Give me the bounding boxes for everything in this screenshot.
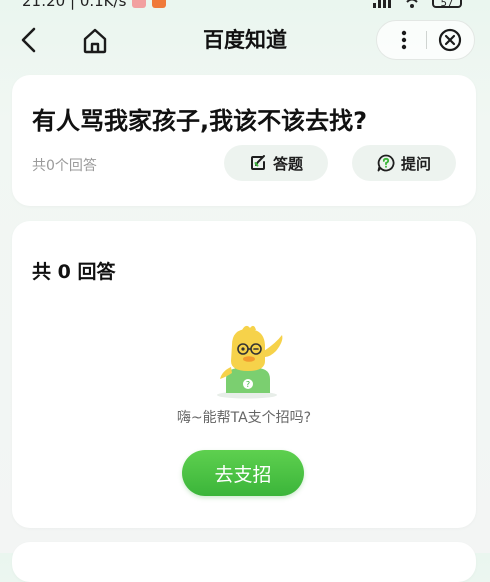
answer-button[interactable]: 答题 <box>224 145 328 181</box>
back-button[interactable] <box>14 24 46 56</box>
question-bubble-icon <box>377 154 395 172</box>
duck-mascot-illustration: ? <box>217 325 283 399</box>
chevron-left-icon <box>21 27 36 53</box>
status-left: 21:20 | 0.1K/s <box>22 0 167 10</box>
more-button[interactable] <box>389 25 419 55</box>
signal-icon <box>373 0 391 8</box>
app-notification-icon <box>132 0 147 8</box>
status-right: 57 <box>372 0 462 9</box>
answer-button-label: 答题 <box>272 154 303 173</box>
battery-indicator: 57 <box>432 0 462 9</box>
status-bar: 21:20 | 0.1K/s 57 <box>0 0 490 14</box>
home-button[interactable] <box>80 26 110 56</box>
next-section-card <box>12 542 476 582</box>
svg-text:?: ? <box>246 380 250 389</box>
app-notification-icon-2 <box>152 0 167 8</box>
close-circle-icon <box>438 28 462 52</box>
mini-program-capsule <box>376 20 475 60</box>
answers-heading: 共 0 回答 <box>32 261 116 283</box>
question-title: 有人骂我家孩子,我该不该去找? <box>32 107 368 135</box>
question-card: 有人骂我家孩子,我该不该去找? 共0个回答 答题 提问 <box>12 75 476 206</box>
nav-bar: 百度知道 <box>0 14 490 68</box>
answer-count: 共0个回答 <box>32 158 97 174</box>
capsule-divider <box>426 31 427 49</box>
wifi-icon <box>406 0 418 8</box>
home-icon <box>83 28 107 54</box>
status-time-speed: 21:20 | 0.1K/s <box>22 0 127 10</box>
more-vertical-icon <box>401 30 407 50</box>
offer-advice-button[interactable]: 去支招 <box>182 450 304 496</box>
answers-card: 共 0 回答 ? 嗨~能帮TA支个招吗? 去支招 <box>12 221 476 528</box>
edit-icon <box>250 155 265 170</box>
empty-state-prompt: 嗨~能帮TA支个招吗? <box>176 410 312 426</box>
ask-button-label: 提问 <box>400 154 431 173</box>
close-button[interactable] <box>435 25 465 55</box>
ask-button[interactable]: 提问 <box>352 145 456 181</box>
